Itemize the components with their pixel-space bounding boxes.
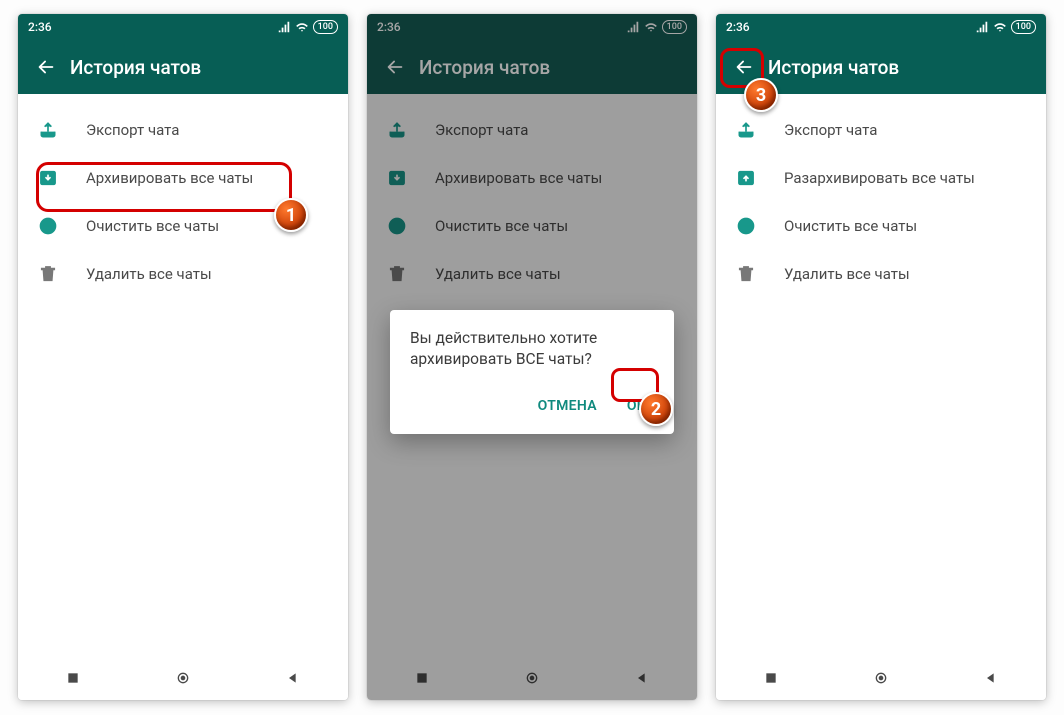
menu-delete-all[interactable]: Удалить все чаты	[18, 250, 348, 298]
nav-recent[interactable]	[741, 670, 801, 686]
export-icon	[36, 118, 60, 142]
wifi-icon	[993, 20, 1007, 34]
menu-clear-all[interactable]: Очистить все чаты	[716, 202, 1046, 250]
menu-label: Экспорт чата	[86, 121, 179, 139]
battery-level: 100	[662, 20, 687, 34]
menu-label: Удалить все чаты	[784, 265, 910, 283]
nav-home[interactable]	[502, 670, 562, 686]
status-time: 2:36	[28, 20, 52, 34]
unarchive-icon	[734, 166, 758, 190]
arrow-left-icon	[35, 56, 57, 78]
phone-screen-1: 2:36 100 История чатов Экспорт чата Архи…	[18, 14, 348, 700]
battery-level: 100	[1011, 20, 1036, 34]
wifi-icon	[644, 20, 658, 34]
clear-icon	[385, 214, 409, 238]
status-icons: 100	[626, 20, 687, 34]
nav-home[interactable]	[851, 670, 911, 686]
signal-icon	[975, 20, 989, 34]
archive-icon	[36, 166, 60, 190]
dialog-actions: ОТМЕНА OK	[410, 392, 654, 426]
trash-icon	[734, 262, 758, 286]
status-icons: 100	[975, 20, 1036, 34]
dialog-ok-button[interactable]: OK	[619, 392, 654, 420]
menu-clear-all[interactable]: Очистить все чаты	[18, 202, 348, 250]
menu-label: Очистить все чаты	[86, 217, 219, 235]
menu-label: Очистить все чаты	[435, 217, 568, 235]
status-time: 2:36	[726, 20, 750, 34]
dialog-cancel-button[interactable]: ОТМЕНА	[530, 392, 605, 420]
arrow-left-icon	[733, 56, 755, 78]
menu-archive-all[interactable]: Архивировать все чаты	[18, 154, 348, 202]
menu-export-chat[interactable]: Экспорт чата	[367, 106, 697, 154]
archive-icon	[385, 166, 409, 190]
nav-back[interactable]	[612, 670, 672, 686]
menu-label: Удалить все чаты	[435, 265, 561, 283]
export-icon	[385, 118, 409, 142]
nav-back[interactable]	[961, 670, 1021, 686]
menu-label: Архивировать все чаты	[435, 169, 602, 187]
nav-recent[interactable]	[392, 670, 452, 686]
android-nav-bar	[716, 656, 1046, 700]
export-icon	[734, 118, 758, 142]
menu-list: Экспорт чата Разархивировать все чаты Оч…	[716, 94, 1046, 656]
menu-delete-all[interactable]: Удалить все чаты	[367, 250, 697, 298]
battery-level: 100	[313, 20, 338, 34]
wifi-icon	[295, 20, 309, 34]
toolbar: История чатов	[716, 40, 1046, 94]
menu-list: Экспорт чата Архивировать все чаты Очист…	[18, 94, 348, 656]
menu-clear-all[interactable]: Очистить все чаты	[367, 202, 697, 250]
nav-back[interactable]	[263, 670, 323, 686]
status-time: 2:36	[377, 20, 401, 34]
trash-icon	[385, 262, 409, 286]
menu-delete-all[interactable]: Удалить все чаты	[716, 250, 1046, 298]
menu-archive-all[interactable]: Архивировать все чаты	[367, 154, 697, 202]
page-title: История чатов	[70, 56, 201, 79]
phone-screen-2: 2:36 100 История чатов Экспорт чата Архи…	[367, 14, 697, 700]
toolbar: История чатов	[367, 40, 697, 94]
confirm-dialog: Вы действительно хотите архивировать ВСЕ…	[390, 310, 674, 434]
menu-label: Очистить все чаты	[784, 217, 917, 235]
page-title: История чатов	[768, 56, 899, 79]
menu-label: Удалить все чаты	[86, 265, 212, 283]
dialog-message: Вы действительно хотите архивировать ВСЕ…	[410, 328, 654, 370]
back-button[interactable]	[26, 47, 66, 87]
signal-icon	[626, 20, 640, 34]
menu-export-chat[interactable]: Экспорт чата	[716, 106, 1046, 154]
status-bar: 2:36 100	[18, 14, 348, 40]
toolbar: История чатов	[18, 40, 348, 94]
clear-icon	[734, 214, 758, 238]
trash-icon	[36, 262, 60, 286]
clear-icon	[36, 214, 60, 238]
status-icons: 100	[277, 20, 338, 34]
menu-unarchive-all[interactable]: Разархивировать все чаты	[716, 154, 1046, 202]
arrow-left-icon	[384, 56, 406, 78]
menu-label: Архивировать все чаты	[86, 169, 253, 187]
menu-export-chat[interactable]: Экспорт чата	[18, 106, 348, 154]
status-bar: 2:36 100	[367, 14, 697, 40]
menu-label: Экспорт чата	[435, 121, 528, 139]
back-button[interactable]	[375, 47, 415, 87]
menu-label: Разархивировать все чаты	[784, 169, 975, 187]
page-title: История чатов	[419, 56, 550, 79]
signal-icon	[277, 20, 291, 34]
menu-label: Экспорт чата	[784, 121, 877, 139]
back-button[interactable]	[724, 47, 764, 87]
android-nav-bar	[18, 656, 348, 700]
phone-screen-3: 2:36 100 История чатов Экспорт чата Раза…	[716, 14, 1046, 700]
android-nav-bar	[367, 656, 697, 700]
nav-home[interactable]	[153, 670, 213, 686]
nav-recent[interactable]	[43, 670, 103, 686]
status-bar: 2:36 100	[716, 14, 1046, 40]
